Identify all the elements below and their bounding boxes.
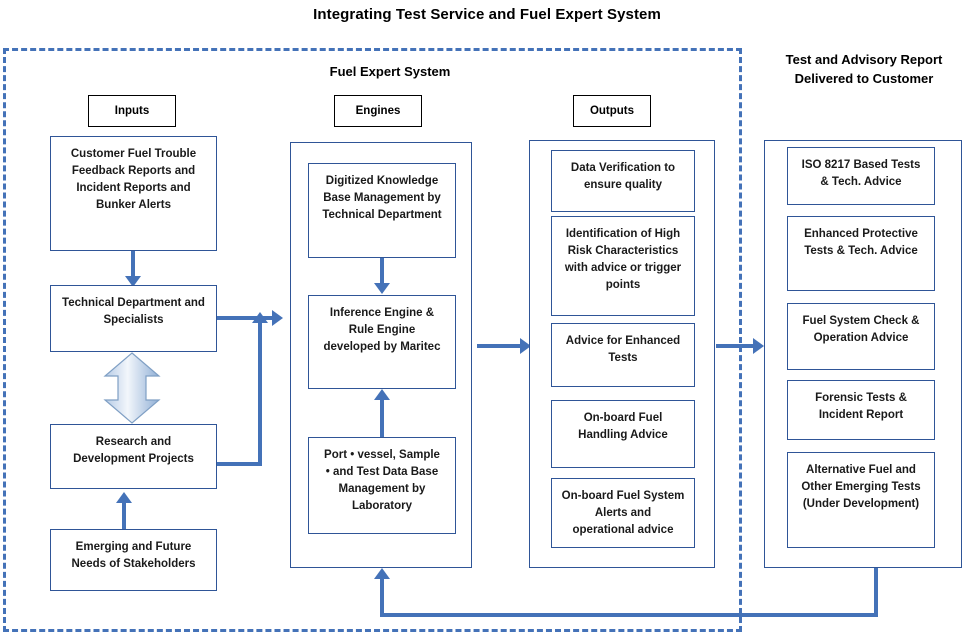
report-box-fuel-system-check[interactable]: Fuel System Check & Operation Advice: [787, 303, 935, 370]
line: Advice for Enhanced: [565, 335, 681, 347]
line: On-board Fuel: [583, 412, 663, 424]
input-box-emerging-needs[interactable]: Emerging and Future Needs of Stakeholder…: [50, 529, 217, 591]
line: developed by Maritec: [323, 341, 441, 353]
line: Specialists: [103, 314, 164, 326]
output-box-fuel-system-alerts[interactable]: On-board Fuel System Alerts and operatio…: [551, 478, 695, 548]
line: Alerts and: [594, 507, 652, 519]
connector-research-to-engines-head-up: [252, 312, 268, 323]
line: Alternative Fuel and: [806, 464, 916, 476]
line: Other Emerging Tests: [801, 481, 921, 493]
line: Risk Characteristics: [567, 245, 679, 257]
line: Tests: [608, 352, 638, 364]
connector-engines-to-outputs-line: [477, 344, 523, 348]
output-box-advice-enhanced-tests[interactable]: Advice for Enhanced Tests: [551, 323, 695, 387]
line: (Under Development): [802, 498, 920, 510]
feedback-loop-horizontal: [380, 613, 878, 617]
line: Management by: [338, 483, 426, 495]
line: Research and: [95, 436, 172, 448]
chip-inputs[interactable]: Inputs: [88, 95, 176, 127]
connector-outputs-to-report-head: [753, 338, 764, 354]
line: Laboratory: [351, 500, 413, 512]
line: points: [605, 279, 641, 291]
feedback-loop-vertical-right: [874, 568, 878, 617]
arrow-knowledge-to-inference-line: [380, 258, 384, 286]
report-box-forensic-tests[interactable]: Forensic Tests & Incident Report: [787, 380, 935, 440]
line: On-board Fuel System: [561, 490, 685, 502]
engine-box-inference-engine[interactable]: Inference Engine & Rule Engine developed…: [308, 295, 456, 389]
line: Incident Report: [818, 409, 904, 421]
line: Data Verification to: [570, 162, 676, 174]
section-title-report-line2: Delivered to Customer: [794, 71, 934, 86]
bidirectional-arrow-technical-research: [103, 352, 161, 424]
chip-engines[interactable]: Engines: [334, 95, 422, 127]
line: Digitized Knowledge: [325, 175, 439, 187]
input-box-customer-fuel-trouble[interactable]: Customer Fuel Trouble Feedback Reports a…: [50, 136, 217, 251]
page-title: Integrating Test Service and Fuel Expert…: [313, 6, 661, 23]
feedback-loop-vertical-left: [380, 578, 384, 615]
line: Tests & Tech. Advice: [804, 245, 918, 257]
line: Development Projects: [73, 453, 194, 465]
connector-research-to-engines-h: [217, 462, 262, 466]
line: Handling Advice: [578, 429, 668, 441]
section-title-report-line1: Test and Advisory Report: [785, 52, 943, 67]
output-box-data-verification[interactable]: Data Verification to ensure quality: [551, 150, 695, 212]
report-box-iso-8217[interactable]: ISO 8217 Based Tests & Tech. Advice: [787, 147, 935, 205]
arrow-emerging-to-research-head: [116, 492, 132, 503]
line: operational advice: [572, 524, 674, 536]
line: ensure quality: [584, 179, 662, 191]
line: Port • vessel, Sample: [324, 449, 440, 461]
arrow-database-to-inference-head: [374, 389, 390, 400]
line: • and Test Data Base: [325, 466, 439, 478]
line: Feedback Reports and: [71, 165, 196, 177]
line: Base Management by: [323, 192, 441, 204]
line: Forensic Tests &: [815, 392, 907, 404]
line: Operation Advice: [813, 332, 909, 344]
connector-research-to-engines-v: [258, 322, 262, 466]
output-box-high-risk-identification[interactable]: Identification of High Risk Characterist…: [551, 216, 695, 316]
line: Needs of Stakeholders: [71, 558, 196, 570]
feedback-loop-arrow-head: [374, 568, 390, 579]
output-box-fuel-handling-advice[interactable]: On-board Fuel Handling Advice: [551, 400, 695, 468]
arrow-emerging-to-research-line: [122, 500, 126, 529]
line: with advice or trigger: [564, 262, 682, 274]
line: Technical Department: [322, 209, 442, 221]
report-box-enhanced-protective[interactable]: Enhanced Protective Tests & Tech. Advice: [787, 216, 935, 291]
line: Enhanced Protective: [804, 228, 918, 240]
line: Rule Engine: [348, 324, 416, 336]
section-title-fuel-expert-system: Fuel Expert System: [329, 64, 451, 79]
line: Incident Reports and: [76, 182, 191, 194]
engine-box-knowledge-base[interactable]: Digitized Knowledge Base Management by T…: [308, 163, 456, 258]
line: Emerging and Future: [75, 541, 192, 553]
line: Bunker Alerts: [96, 199, 171, 211]
input-box-research-development[interactable]: Research and Development Projects: [50, 424, 217, 489]
engine-box-database-management[interactable]: Port • vessel, Sample • and Test Data Ba…: [308, 437, 456, 534]
diagram-canvas: Integrating Test Service and Fuel Expert…: [0, 0, 974, 640]
line: Identification of High: [565, 228, 681, 240]
arrow-database-to-inference-line: [380, 398, 384, 438]
line: Technical Department and: [62, 297, 205, 309]
line: ISO 8217 Based Tests: [801, 159, 921, 171]
input-box-technical-department[interactable]: Technical Department and Specialists: [50, 285, 217, 352]
connector-technical-to-engines-head: [272, 310, 283, 326]
chip-outputs[interactable]: Outputs: [573, 95, 651, 127]
line: & Tech. Advice: [820, 176, 902, 188]
line: Inference Engine &: [329, 307, 435, 319]
line: Customer Fuel Trouble: [70, 148, 197, 160]
line: Fuel System Check &: [802, 315, 920, 327]
arrow-knowledge-to-inference-head: [374, 283, 390, 294]
report-box-alternative-fuel[interactable]: Alternative Fuel and Other Emerging Test…: [787, 452, 935, 548]
